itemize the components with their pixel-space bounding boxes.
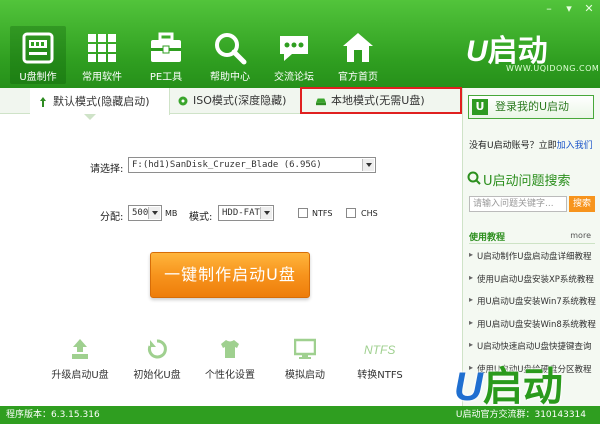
chs-label: CHS — [361, 209, 378, 218]
tab-default-mode[interactable]: 默认模式(隐藏启动) — [30, 88, 170, 115]
disc-icon — [178, 96, 188, 106]
nav-label: U盘制作 — [19, 72, 57, 83]
magnifier-icon — [215, 33, 247, 65]
ntfs-icon: NTFS — [364, 343, 395, 357]
tool-label: 模拟启动 — [285, 370, 325, 381]
make-bootable-usb-button[interactable]: 一键制作启动U盘 — [150, 252, 310, 298]
nav-label: PE工具 — [149, 72, 183, 83]
nav-label: 交流论坛 — [274, 72, 314, 83]
login-label: 登录我的U启动 — [495, 100, 570, 113]
apps-grid-icon — [88, 34, 116, 62]
main-nav: U盘制作 常用软件 PE工具 帮助中心 交流论坛 官方首页 — [10, 26, 394, 84]
watermark-u: U — [454, 365, 483, 409]
home-icon — [343, 33, 373, 62]
qq-group-text: U启动官方交流群：310143314 — [455, 410, 586, 420]
ntfs-icon-glyph: NTFS — [364, 343, 395, 357]
mode-select[interactable]: HDD-FAT32 — [218, 205, 274, 221]
nav-label: 官方首页 — [338, 72, 378, 83]
account-prompt: 没有U启动账号？立即加入我们 — [469, 138, 593, 151]
menu-button[interactable]: ▾ — [562, 2, 576, 16]
chevron-down-icon — [148, 207, 160, 219]
usb-drive-icon — [22, 32, 54, 64]
nav-forum[interactable]: 交流论坛 — [266, 26, 322, 84]
alloc-value: 500 — [132, 208, 149, 218]
tab-label: 本地模式(无需U盘) — [331, 93, 425, 107]
search-section-title: U启动问题搜索 — [467, 170, 571, 189]
logo-url: WWW.UQIDONG.COM — [506, 64, 600, 73]
ntfs-label: NTFS — [312, 209, 333, 218]
chevron-down-icon — [260, 207, 272, 219]
chs-checkbox[interactable] — [346, 208, 356, 218]
more-link[interactable]: more — [570, 231, 591, 240]
search-placeholder: 请输入问题关键字... — [473, 199, 554, 209]
logo-u: U — [466, 35, 488, 68]
join-link[interactable]: 加入我们 — [557, 141, 593, 151]
nav-home[interactable]: 官方首页 — [330, 26, 386, 84]
account-prompt-text: 没有U启动账号？立即 — [469, 141, 557, 151]
ntfs-checkbox[interactable] — [298, 208, 308, 218]
nav-label: 帮助中心 — [210, 72, 250, 83]
brand-logo: U启动 WWW.UQIDONG.COM — [466, 26, 599, 74]
tool-upgrade-usb[interactable]: 升级启动U盘 — [40, 338, 120, 381]
refresh-icon — [147, 339, 167, 359]
search-title: U启动问题搜索 — [483, 174, 571, 189]
chevron-down-icon — [362, 159, 374, 171]
mode-label: 模式: — [189, 212, 213, 223]
status-bar: 程序版本：6.3.15.316 U启动官方交流群：310143314 — [0, 406, 600, 424]
mode-tabs: 默认模式(隐藏启动) ISO模式(深度隐藏) 本地模式(无需U盘) — [0, 87, 462, 115]
drive-select-value: F:(hd1)SanDisk_Cruzer_Blade (6.95G) — [132, 160, 322, 170]
tab-label: 默认模式(隐藏启动) — [53, 94, 150, 108]
search-button[interactable]: 搜索 — [569, 196, 595, 212]
minimize-button[interactable]: – — [542, 2, 556, 16]
login-button[interactable]: U 登录我的U启动 — [468, 95, 594, 119]
upgrade-icon — [72, 339, 88, 359]
active-tab-pointer — [84, 114, 96, 120]
header: – ▾ ✕ U盘制作 常用软件 PE工具 帮助中心 交流论坛 官方首页 U启动 … — [0, 0, 600, 88]
tutorial-link[interactable]: U启动制作U盘启动盘详细教程 — [469, 250, 597, 273]
tool-init-usb[interactable]: 初始化U盘 — [117, 338, 197, 381]
tool-personalize[interactable]: 个性化设置 — [190, 338, 270, 381]
window-controls: – ▾ ✕ — [542, 2, 596, 16]
tutorial-link[interactable]: 用U启动U盘安装Win8系统教程 — [469, 318, 597, 341]
arrows-icon — [40, 96, 46, 107]
alloc-unit: MB — [165, 209, 178, 218]
tool-label: 个性化设置 — [205, 370, 255, 381]
question-search-input[interactable]: 请输入问题关键字... — [469, 196, 567, 212]
tab-local-mode[interactable]: 本地模式(无需U盘) — [300, 87, 462, 114]
tutorial-header: 使用教程 more — [469, 230, 595, 244]
watermark-logo: U启动 — [454, 360, 600, 409]
version-text: 程序版本：6.3.15.316 — [6, 410, 100, 420]
monitor-icon — [294, 338, 316, 359]
user-badge-icon: U — [472, 99, 488, 115]
drive-select-label: 请选择: — [90, 164, 124, 175]
tab-label: ISO模式(深度隐藏) — [193, 94, 287, 107]
tool-convert-ntfs[interactable]: NTFS 转换NTFS — [340, 338, 420, 381]
tool-label: 转换NTFS — [357, 370, 403, 381]
tutorial-link[interactable]: 用U启动U盘安装Win7系统教程 — [469, 295, 597, 318]
shirt-icon — [221, 340, 239, 358]
drive-select[interactable]: F:(hd1)SanDisk_Cruzer_Blade (6.95G) — [128, 157, 376, 173]
nav-usb-make[interactable]: U盘制作 — [10, 26, 66, 84]
alloc-label: 分配: — [100, 212, 124, 223]
nav-label: 常用软件 — [82, 72, 122, 83]
tool-simulate-boot[interactable]: 模拟启动 — [265, 338, 345, 381]
tool-label: 升级启动U盘 — [51, 370, 109, 381]
toolbox-icon — [151, 32, 181, 62]
tab-iso-mode[interactable]: ISO模式(深度隐藏) — [170, 88, 295, 114]
watermark-name: 启动 — [482, 365, 563, 409]
search-icon — [467, 171, 481, 185]
drive-icon — [316, 98, 326, 105]
tool-label: 初始化U盘 — [133, 370, 181, 381]
nav-pe-tools[interactable]: PE工具 — [138, 26, 194, 84]
nav-software[interactable]: 常用软件 — [74, 26, 130, 84]
alloc-select[interactable]: 500 — [128, 205, 162, 221]
tutorial-link[interactable]: 使用U启动U盘安装XP系统教程 — [469, 273, 597, 296]
nav-help[interactable]: 帮助中心 — [202, 26, 258, 84]
close-button[interactable]: ✕ — [582, 2, 596, 16]
chat-bubble-icon — [280, 36, 308, 61]
tutorial-title: 使用教程 — [469, 233, 506, 243]
